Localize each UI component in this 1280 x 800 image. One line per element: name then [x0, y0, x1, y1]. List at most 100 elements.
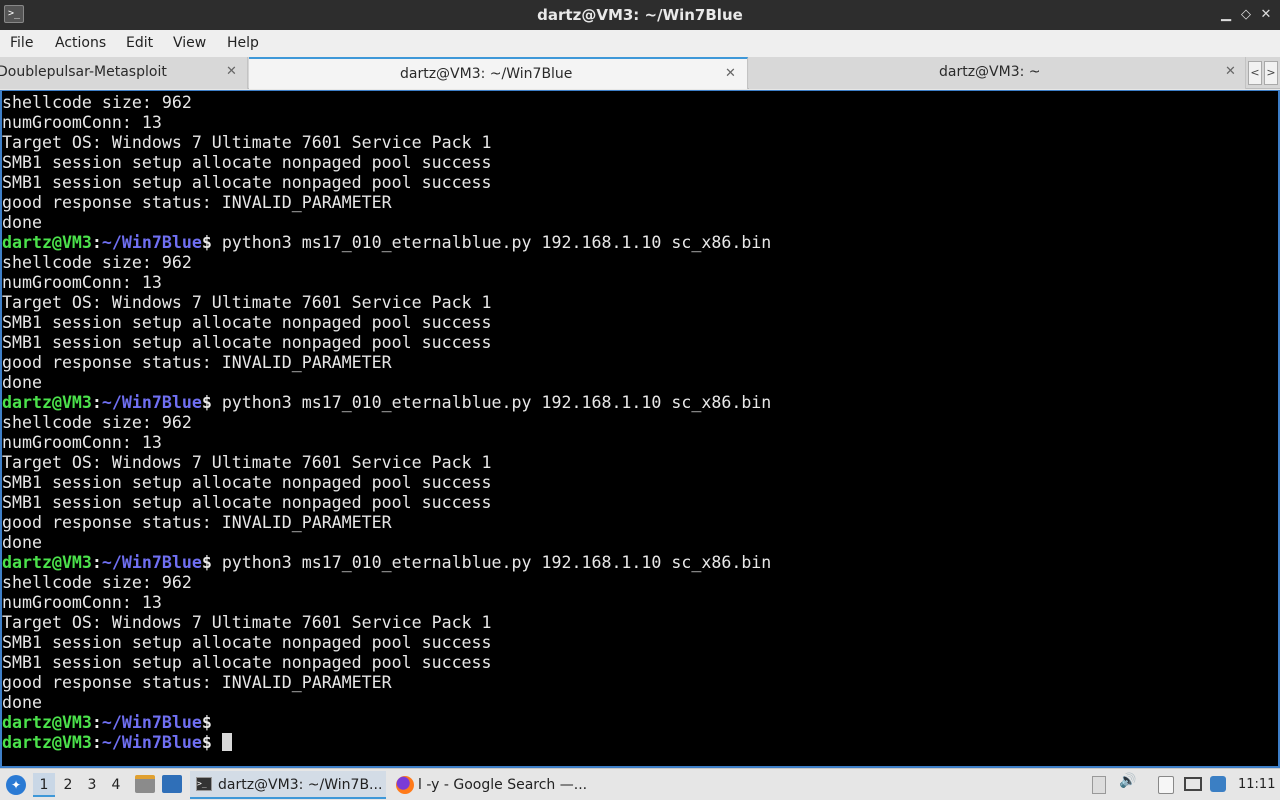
terminal-output-line: Target OS: Windows 7 Ultimate 7601 Servi…	[2, 133, 492, 152]
clock[interactable]: 11:11	[1238, 769, 1275, 800]
terminal-output-line: numGroomConn: 13	[2, 433, 162, 452]
taskbar-task-terminal[interactable]: >_ dartz@VM3: ~/Win7B...	[190, 771, 386, 799]
tab-close-icon[interactable]: ✕	[725, 59, 736, 89]
terminal-icon: >_	[196, 777, 212, 791]
terminal-output-line: shellcode size: 962	[2, 413, 192, 432]
terminal-prompt-line: dartz@VM3:~/Win7Blue$ python3 ms17_010_e…	[2, 553, 771, 573]
workspace-1[interactable]: 1	[33, 773, 55, 797]
command-text	[212, 733, 222, 752]
menu-view[interactable]: View	[173, 30, 206, 56]
terminal-output-line: Target OS: Windows 7 Ultimate 7601 Servi…	[2, 453, 492, 472]
terminal-prompt-line: dartz@VM3:~/Win7Blue$	[2, 733, 771, 753]
terminal-output-line: shellcode size: 962	[2, 253, 192, 272]
tab-close-icon[interactable]: ✕	[1225, 57, 1236, 87]
terminal-output-line: SMB1 session setup allocate nonpaged poo…	[2, 493, 492, 512]
tab-label: dartz@VM3: ~	[939, 64, 1041, 80]
menu-help[interactable]: Help	[227, 30, 259, 56]
terminal-output: shellcode size: 962 numGroomConn: 13 Targe…	[2, 93, 771, 753]
task-label: dartz@VM3: ~/Win7B...	[218, 777, 383, 793]
tab-close-icon[interactable]: ✕	[226, 57, 237, 87]
tab-scroll-right-icon[interactable]: >	[1264, 61, 1278, 85]
terminal-output-line: SMB1 session setup allocate nonpaged poo…	[2, 633, 492, 652]
prompt-path: ~/Win7Blue	[101, 393, 202, 412]
start-menu-icon[interactable]: ✦	[6, 775, 26, 795]
terminal-output-line: SMB1 session setup allocate nonpaged poo…	[2, 333, 492, 352]
prompt-user: dartz@VM3	[2, 233, 92, 252]
terminal-output-line: good response status: INVALID_PARAMETER	[2, 513, 392, 532]
terminal-output-line: shellcode size: 962	[2, 573, 192, 592]
maximize-button[interactable]: ◇	[1238, 6, 1254, 24]
tab-scroll-left-icon[interactable]: <	[1248, 61, 1262, 85]
taskbar-task-firefox[interactable]: l -y - Google Search —...	[390, 771, 590, 799]
terminal-output-line: SMB1 session setup allocate nonpaged poo…	[2, 473, 492, 492]
terminal-output-line: done	[2, 213, 42, 232]
minimize-button[interactable]: ▁	[1218, 6, 1234, 24]
terminal-output-line: good response status: INVALID_PARAMETER	[2, 353, 392, 372]
task-label: l -y - Google Search —...	[418, 777, 588, 793]
close-window-button[interactable]: ✕	[1258, 6, 1274, 24]
taskbar: ✦ 1 2 3 4 >_ dartz@VM3: ~/Win7B... l -y …	[0, 768, 1280, 800]
prompt-symbol: $	[201, 733, 212, 752]
tab-label: Doublepulsar-Metasploit	[0, 64, 167, 80]
menu-edit[interactable]: Edit	[126, 30, 153, 56]
terminal-output-line: numGroomConn: 13	[2, 113, 162, 132]
tab-doublepulsar-metasploit[interactable]: Doublepulsar-Metasploit ✕	[0, 57, 248, 89]
terminal-output-line: SMB1 session setup allocate nonpaged poo…	[2, 153, 492, 172]
prompt-path: ~/Win7Blue	[101, 233, 202, 252]
prompt-separator: :	[91, 733, 102, 752]
terminal-cursor	[221, 733, 232, 751]
menu-file[interactable]: File	[10, 30, 33, 56]
prompt-user: dartz@VM3	[2, 553, 92, 572]
prompt-path: ~/Win7Blue	[101, 553, 202, 572]
terminal-output-line: good response status: INVALID_PARAMETER	[2, 673, 392, 692]
terminal-prompt-line: dartz@VM3:~/Win7Blue$ python3 ms17_010_e…	[2, 233, 771, 253]
volume-icon[interactable]: 🔊	[1118, 773, 1138, 789]
workspace-3[interactable]: 3	[81, 773, 103, 797]
terminal-prompt-line: dartz@VM3:~/Win7Blue$	[2, 713, 771, 733]
workspace-4[interactable]: 4	[105, 773, 127, 797]
terminal-prompt-line: dartz@VM3:~/Win7Blue$ python3 ms17_010_e…	[2, 393, 771, 413]
tab-home[interactable]: dartz@VM3: ~ ✕	[749, 57, 1246, 89]
prompt-separator: :	[91, 713, 102, 732]
tab-label: dartz@VM3: ~/Win7Blue	[400, 66, 573, 82]
prompt-symbol: $	[201, 553, 212, 572]
prompt-user: dartz@VM3	[2, 713, 92, 732]
prompt-separator: :	[91, 233, 102, 252]
prompt-path: ~/Win7Blue	[101, 713, 202, 732]
tab-win7blue[interactable]: dartz@VM3: ~/Win7Blue ✕	[249, 57, 748, 89]
file-manager-icon[interactable]	[135, 775, 155, 793]
menu-actions[interactable]: Actions	[55, 30, 106, 56]
terminal-output-line: numGroomConn: 13	[2, 273, 162, 292]
terminal-output-line: Target OS: Windows 7 Ultimate 7601 Servi…	[2, 293, 492, 312]
window-title: dartz@VM3: ~/Win7Blue	[537, 6, 743, 24]
prompt-symbol: $	[201, 233, 212, 252]
window-titlebar[interactable]: >_ dartz@VM3: ~/Win7Blue ▁ ◇ ✕	[0, 0, 1280, 30]
terminal-output-line: SMB1 session setup allocate nonpaged poo…	[2, 653, 492, 672]
command-text: python3 ms17_010_eternalblue.py 192.168.…	[211, 393, 772, 412]
terminal-output-line: done	[2, 693, 42, 712]
tray-expand-icon[interactable]	[1092, 776, 1106, 794]
terminal-output-line: SMB1 session setup allocate nonpaged poo…	[2, 173, 492, 192]
show-desktop-icon[interactable]	[162, 775, 182, 793]
terminal-output-line: Target OS: Windows 7 Ultimate 7601 Servi…	[2, 613, 492, 632]
prompt-path: ~/Win7Blue	[101, 733, 202, 752]
workspace-2[interactable]: 2	[57, 773, 79, 797]
terminal-output-line: numGroomConn: 13	[2, 593, 162, 612]
tab-bar: Doublepulsar-Metasploit ✕ dartz@VM3: ~/W…	[0, 57, 1280, 89]
terminal-output-line: done	[2, 533, 42, 552]
clipboard-icon[interactable]	[1158, 776, 1174, 794]
terminal-output-line: good response status: INVALID_PARAMETER	[2, 193, 392, 212]
terminal-output-line: SMB1 session setup allocate nonpaged poo…	[2, 313, 492, 332]
prompt-separator: :	[91, 393, 102, 412]
prompt-symbol: $	[201, 713, 212, 732]
firefox-icon	[396, 776, 414, 794]
update-notifier-icon[interactable]	[1210, 776, 1226, 792]
prompt-user: dartz@VM3	[2, 393, 92, 412]
command-text: python3 ms17_010_eternalblue.py 192.168.…	[211, 553, 772, 572]
terminal-view[interactable]: shellcode size: 962 numGroomConn: 13 Targe…	[0, 90, 1280, 768]
terminal-output-line: shellcode size: 962	[2, 93, 192, 112]
network-icon[interactable]	[1184, 777, 1202, 791]
terminal-output-line: done	[2, 373, 42, 392]
menu-bar: File Actions Edit View Help	[0, 30, 1280, 57]
prompt-symbol: $	[201, 393, 212, 412]
